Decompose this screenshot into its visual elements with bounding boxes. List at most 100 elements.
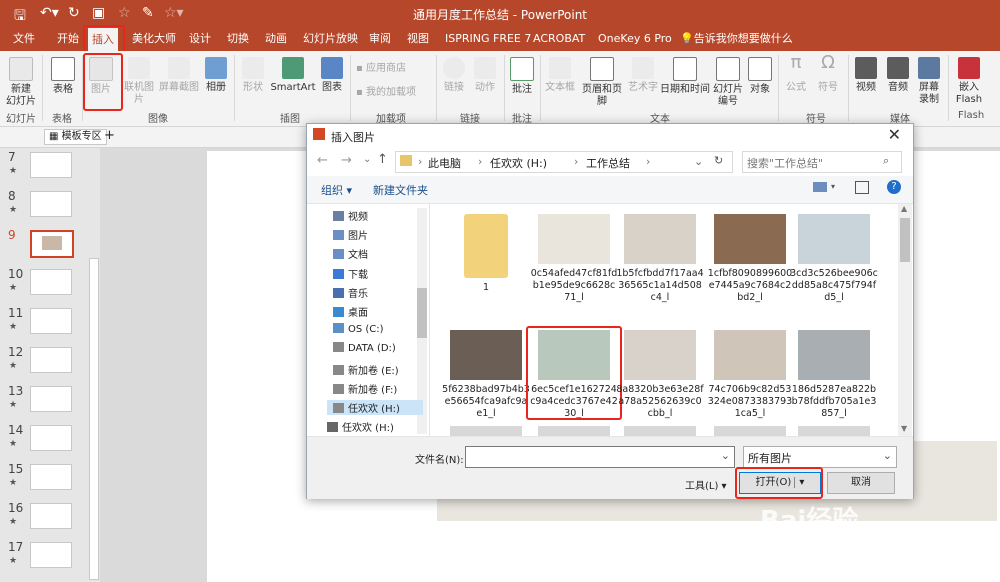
tab-animations[interactable]: 动画 xyxy=(265,27,287,51)
folder-item[interactable]: 1 xyxy=(442,214,530,294)
file-item[interactable]: 5f6238bad97b4b3e56654fca9afc9ae1_l xyxy=(442,330,530,420)
up-icon[interactable]: ↑ xyxy=(377,152,388,167)
comment-button[interactable]: 批注 xyxy=(508,57,536,96)
scroll-thumb[interactable] xyxy=(900,218,910,262)
view-options-icon[interactable] xyxy=(813,182,827,192)
breadcrumb-folder[interactable]: 工作总结 xyxy=(586,155,630,171)
breadcrumb-drive[interactable]: 任欢欢 (H:) xyxy=(490,155,547,171)
search-input[interactable]: 搜索"工作总结" xyxy=(747,155,823,171)
file-item-partial[interactable] xyxy=(538,426,610,436)
filename-dropdown-icon[interactable]: ⌄ xyxy=(721,449,730,462)
file-item[interactable]: 186d5287ea822bb78fddfb705a1e3857_l xyxy=(790,330,878,420)
recent-dropdown-icon[interactable]: ⌄ xyxy=(363,154,371,165)
audio-button[interactable]: 音频 xyxy=(884,57,912,94)
file-item[interactable]: 3cd3c526bee906cdd85a8c475f794fd5_l xyxy=(790,214,878,304)
slide-thumbnail[interactable] xyxy=(30,152,72,178)
store-button[interactable]: ▪ 应用商店 xyxy=(356,63,426,75)
smartart-button[interactable]: SmartArt xyxy=(270,57,316,94)
shapes-button[interactable]: 形状 xyxy=(238,57,268,94)
album-button[interactable]: 相册 xyxy=(202,57,230,94)
chart-button[interactable]: 图表 xyxy=(318,57,346,94)
tab-view[interactable]: 视图 xyxy=(407,27,429,51)
preview-pane-icon[interactable] xyxy=(855,181,869,194)
tab-slideshow[interactable]: 幻灯片放映 xyxy=(303,27,358,51)
slide-thumbnail[interactable] xyxy=(30,425,72,451)
action-button[interactable]: 动作 xyxy=(470,57,500,94)
file-type-dropdown-icon[interactable]: ⌄ xyxy=(883,449,892,462)
nav-item[interactable]: 下载 xyxy=(333,266,368,281)
table-button[interactable]: 表格 xyxy=(46,57,80,96)
forward-icon[interactable]: → xyxy=(341,153,352,168)
nav-item[interactable]: 视频 xyxy=(333,208,368,223)
screen-record-button[interactable]: 屏幕 录制 xyxy=(914,57,944,106)
nav-item[interactable]: OS (C:) xyxy=(333,323,384,335)
file-item[interactable]: 74c706b9c82d53324e08733837931ca5_l xyxy=(706,330,794,420)
file-item-partial[interactable] xyxy=(624,426,696,436)
template-zone-tab[interactable]: ▦ 模板专区 xyxy=(44,129,107,145)
hyperlink-button[interactable]: 链接 xyxy=(440,57,468,94)
file-item[interactable]: 0c54afed47cf81fdb1e95de9c6628c71_l xyxy=(530,214,618,304)
slide-thumbnail[interactable] xyxy=(30,386,72,412)
datetime-button[interactable]: 日期和时间 xyxy=(660,57,710,96)
tab-beautify[interactable]: 美化大师 xyxy=(132,27,176,51)
file-item-partial[interactable] xyxy=(714,426,786,436)
slide-thumbnail[interactable] xyxy=(30,308,72,334)
slide-thumbnail[interactable] xyxy=(30,191,72,217)
my-addins-button[interactable]: ▪ 我的加载项 xyxy=(356,87,436,99)
file-item[interactable]: 8a8320b3e63e28fa78a52562639c0cbb_l xyxy=(616,330,704,420)
nav-item[interactable]: 文档 xyxy=(333,246,368,261)
tools-button[interactable]: 工具(L) ▾ xyxy=(685,477,727,492)
file-list-scrollbar[interactable]: ▲ ▼ xyxy=(898,204,912,436)
cancel-button[interactable]: 取消 xyxy=(827,472,895,494)
help-icon[interactable]: ? xyxy=(887,180,901,194)
slide-panel-scrollbar[interactable] xyxy=(89,258,99,580)
slide-thumbnail[interactable] xyxy=(30,542,72,568)
nav-item[interactable]: 音乐 xyxy=(333,285,368,300)
filename-input[interactable]: ⌄ xyxy=(465,446,735,468)
tab-ispring[interactable]: ISPRING FREE 7 xyxy=(445,27,531,51)
slide-thumbnail[interactable] xyxy=(30,503,72,529)
slide-thumbnail[interactable] xyxy=(30,230,74,258)
slide-thumbnail[interactable] xyxy=(30,347,72,373)
nav-item[interactable]: DATA (D:) xyxy=(333,342,396,354)
new-folder-button[interactable]: 新建文件夹 xyxy=(373,182,428,198)
equation-button[interactable]: π 公式 xyxy=(782,54,810,94)
search-icon[interactable]: ⌕ xyxy=(883,154,889,168)
wordart-button[interactable]: 艺术字 xyxy=(626,57,660,94)
embed-flash-button[interactable]: 嵌入 Flash xyxy=(952,57,986,106)
slide-thumbnail[interactable] xyxy=(30,269,72,295)
tab-review[interactable]: 审阅 xyxy=(369,27,391,51)
search-box[interactable]: 搜索"工作总结" ⌕ xyxy=(742,151,902,173)
file-type-select[interactable]: 所有图片 ⌄ xyxy=(743,446,897,468)
nav-scroll-thumb[interactable] xyxy=(417,288,427,338)
screenshot-button[interactable]: 屏幕截图 xyxy=(158,57,200,94)
nav-item[interactable]: 图片 xyxy=(333,227,368,242)
tab-onekey[interactable]: OneKey 6 Pro xyxy=(598,27,672,51)
tab-file[interactable]: 文件 xyxy=(13,27,35,51)
online-picture-button[interactable]: 联机图片 xyxy=(120,57,158,106)
nav-item[interactable]: 桌面 xyxy=(333,304,368,319)
header-footer-button[interactable]: 页眉和页脚 xyxy=(578,57,626,108)
slide-thumbnail[interactable] xyxy=(30,464,72,490)
organize-button[interactable]: 组织 ▾ xyxy=(321,182,352,198)
tab-transitions[interactable]: 切换 xyxy=(227,27,249,51)
symbol-button[interactable]: Ω 符号 xyxy=(814,54,842,94)
file-item-partial[interactable] xyxy=(798,426,870,436)
nav-item[interactable]: 任欢欢 (H:) xyxy=(327,400,423,415)
tab-acrobat[interactable]: ACROBAT xyxy=(533,27,585,51)
back-icon[interactable]: ← xyxy=(317,153,328,168)
address-dropdown-icon[interactable]: ⌄ xyxy=(694,155,703,168)
object-button[interactable]: 对象 xyxy=(746,57,774,96)
nav-item[interactable]: 新加卷 (F:) xyxy=(333,381,397,396)
file-item[interactable]: 1cfbf8090899600e7445a9c7684c2bd2_l xyxy=(706,214,794,304)
video-button[interactable]: 视频 xyxy=(852,57,880,94)
file-item-partial[interactable] xyxy=(450,426,522,436)
tell-me-search[interactable]: 💡告诉我你想要做什么 xyxy=(680,27,793,51)
nav-item[interactable]: 新加卷 (E:) xyxy=(333,362,399,377)
scroll-up-icon[interactable]: ▲ xyxy=(901,204,907,213)
tab-home[interactable]: 开始 xyxy=(57,27,79,51)
file-item[interactable]: 1b5fcfbdd7f17aa436565c1a14d508c4_l xyxy=(616,214,704,304)
close-icon[interactable]: ✕ xyxy=(888,125,901,144)
add-tab-button[interactable]: + xyxy=(104,128,115,143)
scroll-down-icon[interactable]: ▼ xyxy=(901,424,907,433)
